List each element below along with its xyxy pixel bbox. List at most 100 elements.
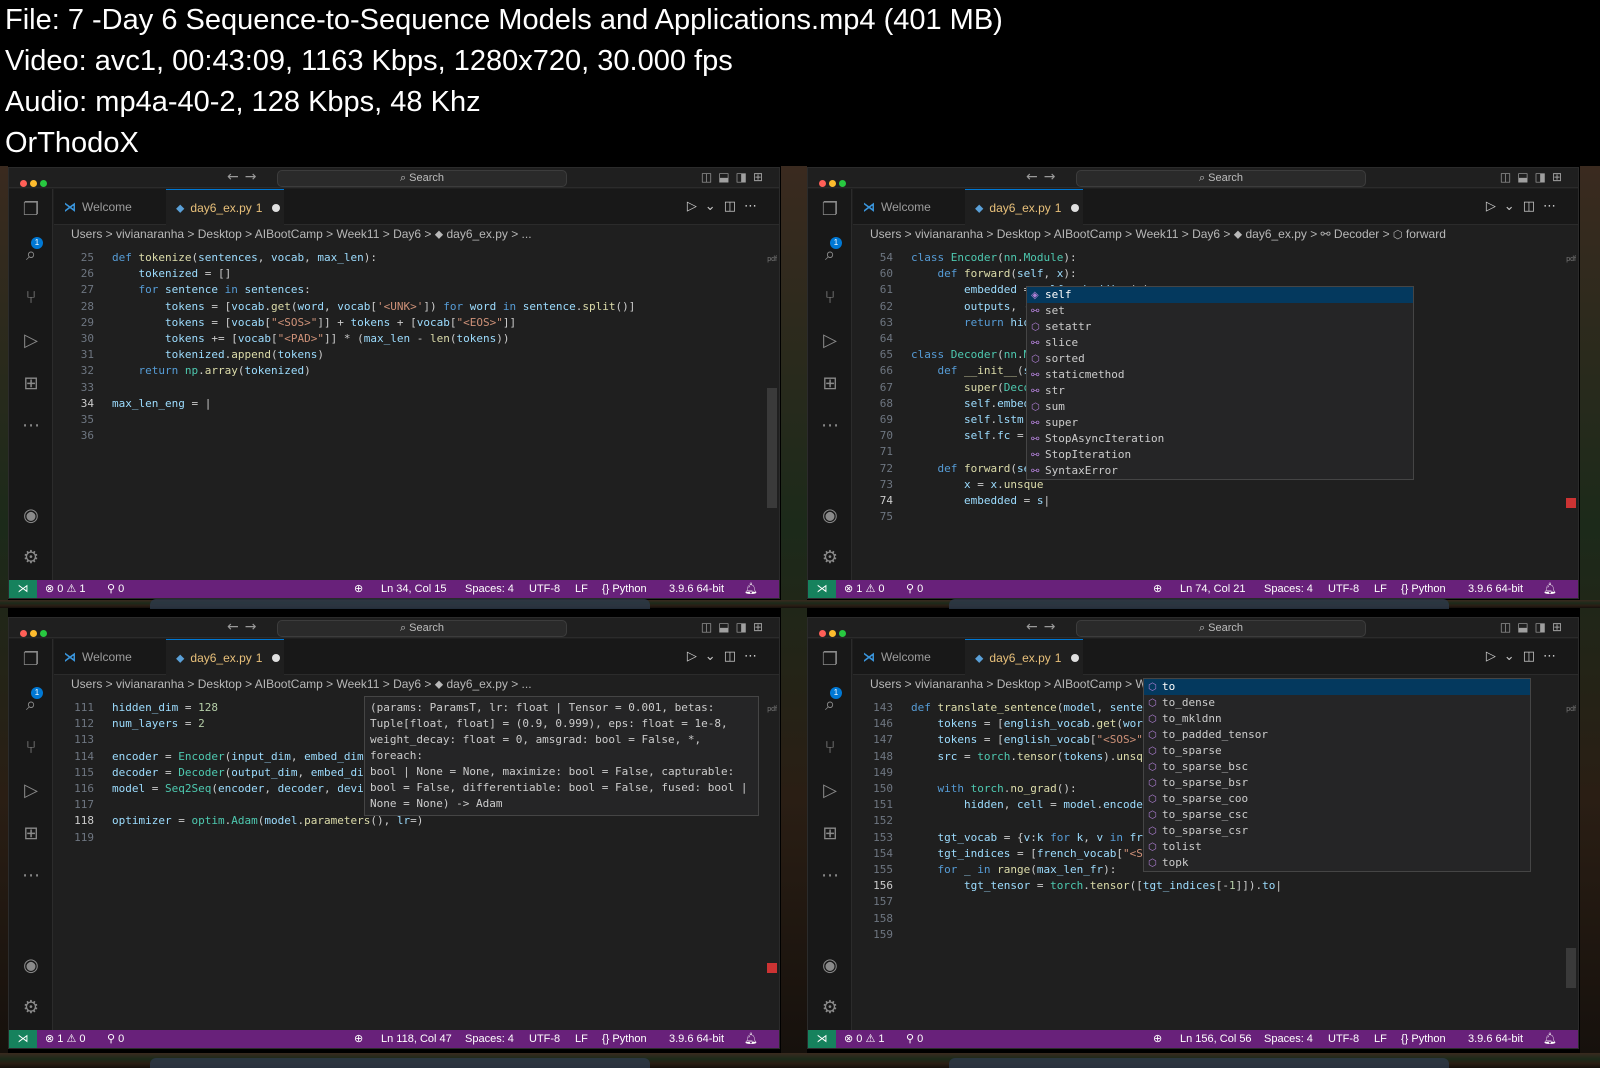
zoom-icon[interactable]: ⊕ — [1153, 1030, 1162, 1048]
language-mode[interactable]: {} Python — [1401, 1030, 1446, 1048]
suggestion-item[interactable]: ⬡ to_sparse_coo — [1144, 791, 1530, 807]
unsaved-dot-icon[interactable] — [272, 654, 281, 662]
customize-layout-icon[interactable]: ⊞ — [753, 170, 769, 184]
split-editor-icon[interactable]: ◫ — [1523, 199, 1543, 214]
command-search-box[interactable]: ⌕ Search — [1076, 620, 1366, 637]
close-window-icon[interactable] — [819, 630, 826, 637]
toggle-sidebar-icon[interactable]: ◫ — [701, 170, 718, 184]
zoom-icon[interactable]: ⊕ — [354, 1030, 363, 1048]
suggestion-item[interactable]: ⚯ StopIteration — [1027, 447, 1413, 463]
zoom-window-icon[interactable] — [839, 180, 846, 187]
encoding[interactable]: UTF-8 — [1328, 580, 1359, 598]
forward-arrow-icon[interactable]: → — [1044, 619, 1062, 635]
run-file-icon[interactable]: ▷⌄ — [687, 199, 724, 214]
suggestion-item[interactable]: ⚯ slice — [1027, 335, 1413, 351]
back-arrow-icon[interactable]: ← — [227, 619, 245, 635]
suggestion-item[interactable]: ◈ self — [1027, 287, 1413, 303]
more-icon[interactable]: ⋯ — [20, 865, 42, 887]
suggestion-item[interactable]: ⬡ to_sparse_csc — [1144, 807, 1530, 823]
suggestion-item[interactable]: ⬡ tolist — [1144, 839, 1530, 855]
code-line[interactable]: def __init__(sel — [911, 363, 1044, 379]
account-icon[interactable]: ◉ — [819, 505, 841, 527]
settings-gear-icon[interactable]: ⚙ — [819, 547, 841, 569]
minimize-window-icon[interactable] — [829, 180, 836, 187]
code-line[interactable]: tgt_vocab = {v:k for k, v in frenc — [911, 830, 1163, 846]
code-line[interactable]: super(Decode — [911, 380, 1044, 396]
problems-indicator[interactable]: ⊗ 1 ⚠ 0 — [844, 580, 884, 598]
code-line[interactable]: tokens = [english_vocab["<SOS>"]] — [911, 732, 1157, 748]
toggle-secondary-sidebar-icon[interactable]: ◨ — [736, 170, 753, 184]
remote-indicator-icon[interactable]: ⋊ — [9, 1030, 37, 1048]
run-debug-icon[interactable]: ▷ — [819, 330, 841, 352]
suggestion-item[interactable]: ⬡ to_sparse — [1144, 743, 1530, 759]
toggle-secondary-sidebar-icon[interactable]: ◨ — [1535, 170, 1552, 184]
forward-arrow-icon[interactable]: → — [245, 619, 263, 635]
python-interpreter[interactable]: 3.9.6 64-bit — [1468, 580, 1523, 598]
extensions-icon[interactable]: ⊞ — [20, 823, 42, 845]
tab-welcome[interactable]: ⋊ Welcome — [54, 639, 166, 675]
back-arrow-icon[interactable]: ← — [227, 169, 245, 185]
suggestion-item[interactable]: ⬡ topk — [1144, 855, 1530, 871]
toggle-panel-icon[interactable]: ⬓ — [1517, 170, 1534, 184]
tab-welcome[interactable]: ⋊ Welcome — [54, 189, 166, 225]
code-line[interactable]: decoder = Decoder(output_dim, embed_din — [112, 765, 370, 781]
zoom-window-icon[interactable] — [40, 630, 47, 637]
code-line[interactable]: self.embeddi — [911, 396, 1043, 412]
command-search-box[interactable]: ⌕ Search — [277, 170, 567, 187]
more-actions-icon[interactable]: ⋯ — [1543, 649, 1564, 664]
run-debug-icon[interactable]: ▷ — [20, 780, 42, 802]
cursor-position[interactable]: Ln 74, Col 21 — [1180, 580, 1245, 598]
source-control-icon[interactable]: ⑂ — [20, 287, 42, 309]
notifications-bell-icon[interactable]: 🔔︎ — [744, 1030, 758, 1048]
ports-indicator[interactable]: ⚲ 0 — [906, 580, 923, 598]
more-actions-icon[interactable]: ⋯ — [1543, 199, 1564, 214]
code-line[interactable]: tokenized.append(tokens) — [112, 347, 324, 363]
code-line[interactable]: class Encoder(nn.Module): — [911, 250, 1077, 266]
toggle-panel-icon[interactable]: ⬓ — [718, 170, 735, 184]
indentation[interactable]: Spaces: 4 — [465, 580, 514, 598]
code-line[interactable]: max_len_eng = | — [112, 396, 211, 412]
toggle-sidebar-icon[interactable]: ◫ — [1500, 620, 1517, 634]
language-mode[interactable]: {} Python — [602, 1030, 647, 1048]
account-icon[interactable]: ◉ — [819, 955, 841, 977]
problems-indicator[interactable]: ⊗ 0 ⚠ 1 — [45, 580, 85, 598]
explorer-icon[interactable]: ❐ — [819, 649, 841, 671]
minimize-window-icon[interactable] — [829, 630, 836, 637]
zoom-window-icon[interactable] — [40, 180, 47, 187]
ports-indicator[interactable]: ⚲ 0 — [107, 1030, 124, 1048]
settings-gear-icon[interactable]: ⚙ — [20, 547, 42, 569]
tab-welcome[interactable]: ⋊ Welcome — [853, 639, 965, 675]
explorer-icon[interactable]: ❐ — [20, 199, 42, 221]
run-debug-icon[interactable]: ▷ — [819, 780, 841, 802]
run-debug-icon[interactable]: ▷ — [20, 330, 42, 352]
ports-indicator[interactable]: ⚲ 0 — [906, 1030, 923, 1048]
command-search-box[interactable]: ⌕ Search — [1076, 170, 1366, 187]
suggestion-item[interactable]: ⚯ StopAsyncIteration — [1027, 431, 1413, 447]
close-window-icon[interactable] — [20, 180, 27, 187]
settings-gear-icon[interactable]: ⚙ — [819, 997, 841, 1019]
suggestion-item[interactable]: ⚯ set — [1027, 303, 1413, 319]
source-control-icon[interactable]: ⑂ — [20, 737, 42, 759]
run-file-icon[interactable]: ▷⌄ — [687, 649, 724, 664]
code-line[interactable]: return np.array(tokenized) — [112, 363, 311, 379]
split-editor-icon[interactable]: ◫ — [724, 649, 744, 664]
breadcrumb[interactable]: Users > vivianaranha > Desktop > AIBootC… — [870, 226, 1578, 243]
code-line[interactable]: encoder = Encoder(input_dim, embed_dim, — [112, 749, 370, 765]
python-interpreter[interactable]: 3.9.6 64-bit — [669, 580, 724, 598]
code-line[interactable]: tokens = [vocab.get(word, vocab['<UNK>']… — [112, 299, 635, 315]
forward-arrow-icon[interactable]: → — [245, 169, 263, 185]
end-of-line[interactable]: LF — [575, 1030, 588, 1048]
code-line[interactable]: def tokenize(sentences, vocab, max_len): — [112, 250, 377, 266]
split-editor-icon[interactable]: ◫ — [724, 199, 744, 214]
tab-day6-ex-py[interactable]: ⬥ day6_ex.py 1 — [166, 639, 284, 675]
code-line[interactable]: with torch.no_grad(): — [911, 781, 1077, 797]
notifications-bell-icon[interactable]: 🔔︎ — [744, 580, 758, 598]
code-line[interactable]: def forward(self, x): — [911, 266, 1077, 282]
cursor-position[interactable]: Ln 34, Col 15 — [381, 580, 446, 598]
code-line[interactable]: tokenized = [] — [112, 266, 232, 282]
more-icon[interactable]: ⋯ — [20, 415, 42, 437]
suggestion-item[interactable]: ⬡ sorted — [1027, 351, 1413, 367]
search-icon[interactable]: ⌕ — [819, 244, 841, 266]
code-line[interactable]: for sentence in sentences: — [112, 282, 311, 298]
zoom-icon[interactable]: ⊕ — [1153, 580, 1162, 598]
